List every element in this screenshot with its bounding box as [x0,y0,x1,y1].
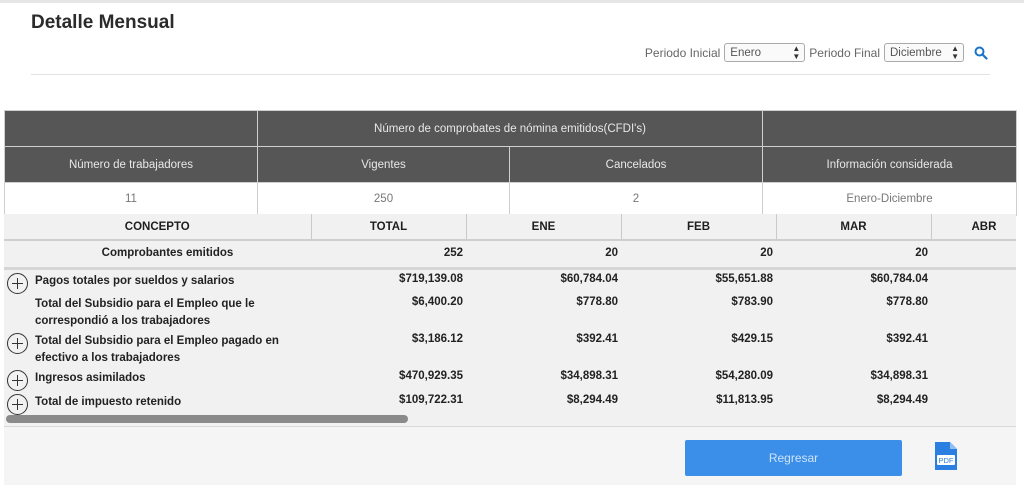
expand-plus-icon[interactable] [4,332,30,354]
row-feb: $429.15 [731,332,773,345]
row-concept: Ingresos asimilados [35,371,146,384]
col-abr: ABR [931,214,1016,241]
back-button[interactable]: Regresar [685,440,902,476]
search-icon[interactable] [974,46,988,60]
summary-header-cancelados: Cancelados [508,146,764,183]
row-feb: $11,813.95 [716,393,773,406]
summary-value-workers: 11 [4,182,258,216]
horizontal-scrollbar[interactable] [6,415,408,423]
row-mar: $392.41 [886,332,928,345]
start-period-label: Periodo Inicial [644,45,721,60]
table-row: Pagos totales por sueldos y salarios $71… [4,268,1016,294]
monthly-detail-grid[interactable]: CONCEPTO TOTAL ENE FEB MAR ABR Comproban… [4,214,1016,426]
summary-value-vigentes: 250 [257,182,510,216]
table-row: Ingresos asimilados $470,929.35 $34,898.… [4,367,1016,391]
row-feb: $55,651.88 [715,272,773,285]
row-concept: Comprobantes emitidos [4,240,311,270]
row-ene: $60,784.04 [560,272,618,285]
col-feb: FEB [621,214,777,241]
row-ene: 20 [466,240,621,270]
summary-value-info: Enero-Diciembre [762,182,1018,216]
expand-plus-icon[interactable] [4,272,30,294]
row-mar: $60,784.04 [870,272,928,285]
row-concept: Total del Subsidio para el Empleo que le… [35,297,255,327]
select-arrows-icon: ▲ ▼ [792,43,801,61]
row-total: $719,139.08 [399,272,463,285]
row-total: $109,722.31 [399,393,463,406]
col-total: TOTAL [311,214,467,241]
row-mar: 20 [776,240,931,270]
row-ene: $8,294.49 [566,393,618,406]
row-abr [931,240,1016,270]
row-abr [931,293,1016,330]
row-abr [931,367,1016,391]
summary-header-workers: Número de trabajadores [4,146,258,183]
table-row: Total del Subsidio para el Empleo pagado… [4,330,1016,367]
col-mar: MAR [776,214,932,241]
row-ene: $778.80 [576,295,618,308]
expand-plus-icon[interactable] [4,369,30,391]
row-abr [931,391,1016,415]
row-total: $3,186.12 [411,332,463,345]
table-row: Total de impuesto retenido $109,722.31 $… [4,391,1016,415]
table-row: Total del Subsidio para el Empleo que le… [4,293,1016,330]
col-ene: ENE [466,214,622,241]
page-title: Detalle Mensual [31,12,175,33]
summary-blank-header [762,110,1018,147]
summary-blank-header [4,110,258,147]
row-concept: Pagos totales por sueldos y salarios [35,274,235,287]
select-arrows-icon: ▲ ▼ [951,43,959,61]
row-mar: $778.80 [886,295,928,308]
row-abr [931,330,1016,367]
row-concept: Total del Subsidio para el Empleo pagado… [35,334,279,364]
col-concepto: CONCEPTO [4,214,312,241]
expand-plus-icon[interactable] [4,393,30,415]
row-total: $470,929.35 [399,369,463,382]
monthly-detail-table: CONCEPTO TOTAL ENE FEB MAR ABR Comproban… [4,214,1016,415]
summary-table: Número de comprobates de nómina emitidos… [4,110,1018,216]
period-filters: Periodo Inicial Enero ▲ ▼ Periodo Final D… [645,43,988,62]
summary-row: Comprobantes emitidos 252 20 20 20 [4,240,1016,270]
row-ene: $34,898.31 [560,369,618,382]
row-feb: $54,280.09 [715,369,773,382]
pdf-download-icon[interactable]: PDF [931,441,961,471]
end-period-select[interactable]: Diciembre ▲ ▼ [884,43,964,62]
pdf-label: PDF [939,456,954,465]
start-period-select[interactable]: Enero ▲ ▼ [724,43,806,62]
summary-header-info: Información considerada [762,146,1018,183]
footer-bar: Regresar PDF [4,426,1016,485]
row-feb: 20 [621,240,776,270]
end-period-value: Diciembre [890,46,942,59]
row-abr [931,268,1016,293]
row-ene: $392.41 [576,332,618,345]
row-mar: $34,898.31 [870,369,928,382]
row-concept: Total de impuesto retenido [35,395,182,408]
row-feb: $783.90 [731,295,773,308]
row-mar: $8,294.49 [876,393,928,406]
end-period-label: Periodo Final [809,45,880,60]
summary-value-cancelados: 2 [508,182,764,216]
top-border [0,0,1024,3]
start-period-value: Enero [730,46,761,59]
row-total: 252 [311,240,466,270]
summary-header-vigentes: Vigentes [257,146,510,183]
summary-group-header: Número de comprobates de nómina emitidos… [256,110,764,147]
header-divider [31,74,990,75]
row-total: $6,400.20 [411,295,463,308]
